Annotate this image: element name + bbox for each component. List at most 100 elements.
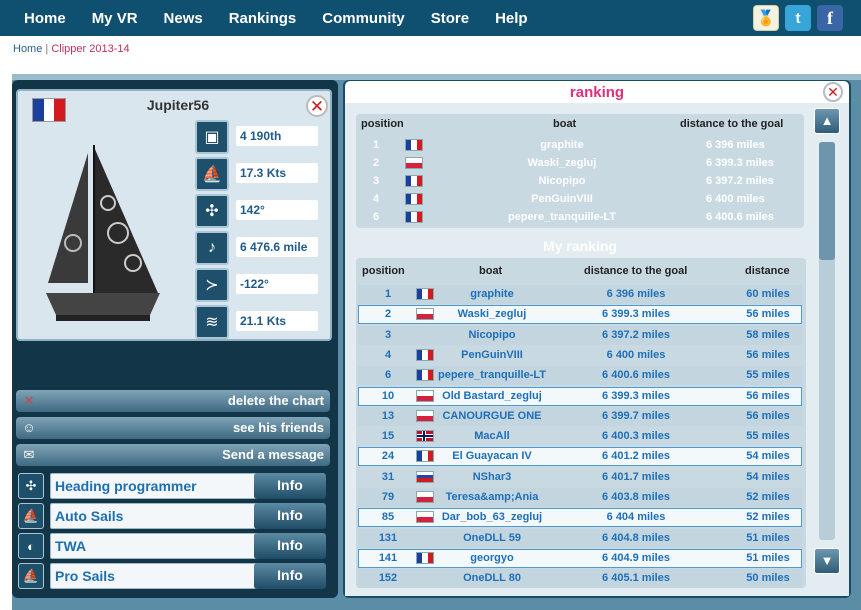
info-button[interactable]: Info bbox=[254, 563, 326, 589]
rank-boat[interactable]: Nicopipo bbox=[470, 175, 654, 187]
flag-icon bbox=[405, 157, 423, 169]
rank-position: 1 bbox=[373, 139, 380, 151]
rank-position: 141 bbox=[378, 551, 398, 564]
rank-position: 2 bbox=[384, 308, 392, 321]
rank-distance: 56 miles bbox=[746, 389, 790, 402]
rank-boat[interactable]: Waski_zegluj bbox=[470, 157, 654, 169]
info-button[interactable]: Info bbox=[254, 533, 326, 559]
rank-boat[interactable]: Dar_bob_63_zegluj bbox=[432, 511, 552, 523]
rank-position: 24 bbox=[381, 450, 395, 463]
delete-icon: ✕ bbox=[23, 392, 35, 408]
rank-position: 152 bbox=[378, 572, 398, 585]
send-a-message-button[interactable]: ✉ Send a message bbox=[16, 444, 330, 466]
rank-boat[interactable]: PenGuinVIII bbox=[432, 349, 552, 361]
see-his-friends-button[interactable]: ☺ see his friends bbox=[16, 417, 330, 439]
breadcrumb-home[interactable]: Home bbox=[13, 43, 42, 55]
flag-icon bbox=[405, 175, 423, 187]
rank-distance: 6 399.3 miles bbox=[706, 157, 774, 169]
info-button[interactable]: Info bbox=[254, 473, 326, 499]
rank-distance: 52 miles bbox=[746, 511, 790, 524]
rank-distance: 55 miles bbox=[746, 430, 790, 443]
stat-value: 142° bbox=[236, 200, 318, 220]
award-icon[interactable]: 🏅 bbox=[753, 5, 779, 31]
boat-flag bbox=[32, 98, 66, 122]
stat-value: 6 476.6 mile bbox=[236, 237, 318, 257]
nav-item-store[interactable]: Store bbox=[418, 10, 482, 27]
action-label: see his friends bbox=[232, 420, 324, 435]
delete-the-chart-button[interactable]: ✕ delete the chart bbox=[16, 390, 330, 412]
rank-boat[interactable]: Teresa&amp;Ania bbox=[432, 491, 552, 503]
my-header-position: position bbox=[362, 265, 405, 277]
rank-position: 31 bbox=[381, 470, 395, 483]
nav-item-community[interactable]: Community bbox=[309, 10, 418, 27]
rank-distance-goal: 6 401.2 miles bbox=[602, 450, 670, 463]
rank-distance-goal: 6 401.7 miles bbox=[602, 470, 670, 483]
info-button[interactable]: Info bbox=[254, 503, 326, 529]
rank-boat[interactable]: graphite bbox=[470, 139, 654, 151]
rank-distance-goal: 6 399.7 miles bbox=[602, 409, 670, 422]
rank-boat[interactable]: OneDLL 80 bbox=[432, 572, 552, 584]
rank-position: 6 bbox=[373, 211, 380, 223]
rank-boat[interactable]: OneDLL 59 bbox=[432, 532, 552, 544]
rank-distance: 58 miles bbox=[746, 328, 790, 341]
breadcrumb-current[interactable]: Clipper 2013-14 bbox=[51, 43, 129, 55]
rank-boat[interactable]: graphite bbox=[432, 288, 552, 300]
my-header-distance: distance bbox=[745, 265, 790, 277]
option-label[interactable]: TWA bbox=[50, 533, 272, 559]
auto-sails-icon: ⛵ bbox=[18, 503, 44, 529]
nav-item-home[interactable]: Home bbox=[0, 10, 79, 27]
flag-icon bbox=[405, 211, 423, 223]
option-label[interactable]: Heading programmer bbox=[50, 473, 272, 499]
rank-distance-goal: 6 400.6 miles bbox=[602, 369, 670, 382]
twitter-icon[interactable]: t bbox=[785, 5, 811, 31]
nav-item-my-vr[interactable]: My VR bbox=[79, 10, 151, 27]
close-ranking-button[interactable]: ✕ bbox=[823, 82, 843, 102]
nav-item-help[interactable]: Help bbox=[482, 10, 541, 27]
rank-boat[interactable]: Nicopipo bbox=[432, 329, 552, 341]
scroll-up-button[interactable]: ▲ bbox=[814, 108, 840, 134]
ranking-title: ranking bbox=[345, 81, 849, 103]
rank-distance: 6 396 miles bbox=[706, 139, 765, 151]
wind-angle-icon: ≻ bbox=[195, 268, 229, 302]
action-label: delete the chart bbox=[227, 393, 324, 408]
action-label: Send a message bbox=[222, 447, 324, 462]
rank-boat[interactable]: pepere_tranquille-LT bbox=[470, 211, 654, 223]
rank-distance-goal: 6 400.3 miles bbox=[602, 430, 670, 443]
rank-boat[interactable]: Old Bastard_zegluj bbox=[432, 390, 552, 402]
rank-boat[interactable]: NShar3 bbox=[432, 471, 552, 483]
rank-boat[interactable]: georgyo bbox=[432, 552, 552, 564]
rank-distance: 54 miles bbox=[746, 470, 790, 483]
stat-value: 21.1 Kts bbox=[236, 311, 318, 331]
rank-boat[interactable]: PenGuinVIII bbox=[470, 193, 654, 205]
stat-value: 4 190th bbox=[236, 126, 318, 146]
rank-boat[interactable]: Waski_zegluj bbox=[432, 308, 552, 320]
rank-position: 3 bbox=[384, 328, 392, 341]
breadcrumb-separator: | bbox=[45, 43, 49, 55]
rank-boat[interactable]: CANOURGUE ONE bbox=[432, 410, 552, 422]
twa-icon: ◐ bbox=[18, 533, 44, 559]
rank-position: 3 bbox=[373, 175, 380, 187]
rank-distance-goal: 6 399.3 miles bbox=[602, 308, 670, 321]
rank-boat[interactable]: pepere_tranquille-LT bbox=[432, 369, 552, 381]
my-header-distance-goal: distance to the goal bbox=[584, 265, 688, 277]
ranking-scrollbar[interactable]: ▲ ▼ bbox=[814, 108, 842, 574]
nav-item-rankings[interactable]: Rankings bbox=[216, 10, 310, 27]
close-boat-card-button[interactable]: ✕ bbox=[306, 95, 328, 117]
facebook-icon[interactable]: f bbox=[817, 5, 843, 31]
scroll-down-button[interactable]: ▼ bbox=[814, 548, 840, 574]
option-label[interactable]: Auto Sails bbox=[50, 503, 272, 529]
social-links: 🏅 t f bbox=[753, 5, 843, 31]
message-icon: ✉ bbox=[23, 446, 35, 462]
scroll-thumb[interactable] bbox=[819, 142, 835, 260]
heading-icon: ✣ bbox=[195, 194, 229, 228]
rank-position: 6 bbox=[384, 369, 392, 382]
rank-boat[interactable]: El Guayacan IV bbox=[432, 450, 552, 462]
stat-value: 17.3 Kts bbox=[236, 163, 318, 183]
my-ranking-title: My ranking bbox=[543, 238, 617, 254]
rank-distance: 56 miles bbox=[746, 409, 790, 422]
rank-boat[interactable]: MacAll bbox=[432, 430, 552, 442]
rank-distance: 56 miles bbox=[746, 308, 790, 321]
option-label[interactable]: Pro Sails bbox=[50, 563, 272, 589]
stat-value: -122° bbox=[236, 274, 318, 294]
nav-item-news[interactable]: News bbox=[151, 10, 216, 27]
